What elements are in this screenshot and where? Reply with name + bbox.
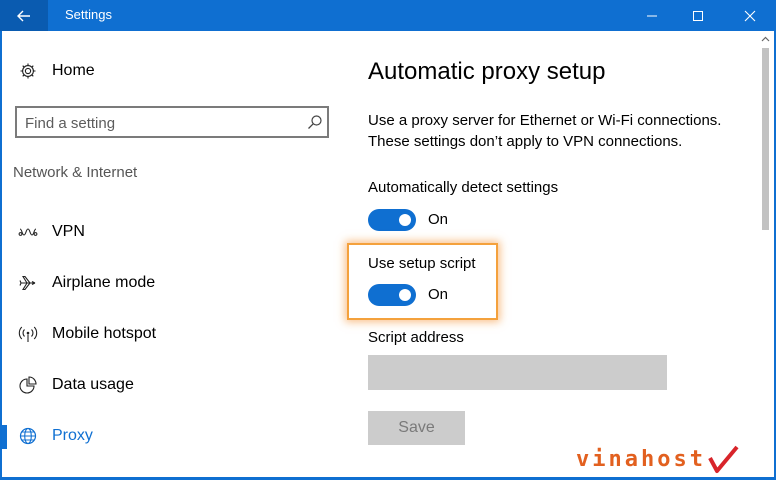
close-icon xyxy=(744,10,756,21)
setup-script-label: Use setup script xyxy=(368,255,476,272)
section-header: Network & Internet xyxy=(13,164,138,181)
vinahost-logo: vinahost xyxy=(576,444,740,474)
airplane-icon xyxy=(16,271,40,295)
toggle-knob xyxy=(399,214,411,226)
save-button[interactable]: Save xyxy=(368,411,465,445)
search-input[interactable] xyxy=(25,112,295,134)
setup-script-state: On xyxy=(428,286,449,303)
checkmark-icon xyxy=(708,445,739,473)
maximize-icon xyxy=(693,10,703,21)
back-button[interactable] xyxy=(0,0,48,31)
script-address-label: Script address xyxy=(368,329,464,346)
vpn-icon xyxy=(16,220,40,244)
minimize-icon xyxy=(647,15,657,16)
sidebar-item-label: Mobile hotspot xyxy=(52,325,157,342)
minimize-button[interactable] xyxy=(630,0,674,31)
sidebar-item-mobile-hotspot[interactable]: Mobile hotspot xyxy=(2,314,332,354)
sidebar-item-label: Airplane mode xyxy=(52,274,156,291)
window-title: Settings xyxy=(65,7,112,22)
maximize-button[interactable] xyxy=(676,0,720,31)
auto-detect-label: Automatically detect settings xyxy=(368,179,559,196)
search-box[interactable] xyxy=(15,106,329,138)
setup-script-toggle[interactable] xyxy=(368,284,416,306)
scroll-up-button[interactable] xyxy=(760,34,771,44)
back-arrow-icon xyxy=(17,10,30,21)
window-border-left xyxy=(0,31,2,480)
title-bar: Settings xyxy=(0,0,776,31)
sidebar-item-data-usage[interactable]: Data usage xyxy=(2,365,332,405)
chevron-up-icon xyxy=(761,36,770,42)
sidebar-item-vpn[interactable]: VPN xyxy=(2,212,332,252)
auto-detect-state: On xyxy=(428,211,449,228)
close-button[interactable] xyxy=(728,0,772,31)
sidebar-item-label: Proxy xyxy=(52,427,93,444)
globe-icon xyxy=(16,424,40,448)
scrollbar-thumb[interactable] xyxy=(762,48,769,230)
toggle-knob xyxy=(399,289,411,301)
page-description: Use a proxy server for Ethernet or Wi-Fi… xyxy=(368,112,722,150)
gear-icon xyxy=(16,59,40,83)
page-title: Automatic proxy setup xyxy=(368,58,606,85)
hotspot-icon xyxy=(16,322,40,346)
script-address-input[interactable] xyxy=(368,355,667,390)
sidebar-item-airplane-mode[interactable]: Airplane mode xyxy=(2,263,332,303)
sidebar-item-label: Data usage xyxy=(52,376,134,393)
sidebar-item-label: VPN xyxy=(52,223,85,240)
auto-detect-toggle[interactable] xyxy=(368,209,416,231)
sidebar-item-home[interactable]: Home xyxy=(2,51,332,91)
watermark-text: vinahost xyxy=(576,446,706,472)
search-icon[interactable] xyxy=(305,112,325,132)
home-label: Home xyxy=(52,62,95,79)
data-usage-icon xyxy=(16,373,40,397)
sidebar-item-proxy[interactable]: Proxy xyxy=(2,416,332,456)
